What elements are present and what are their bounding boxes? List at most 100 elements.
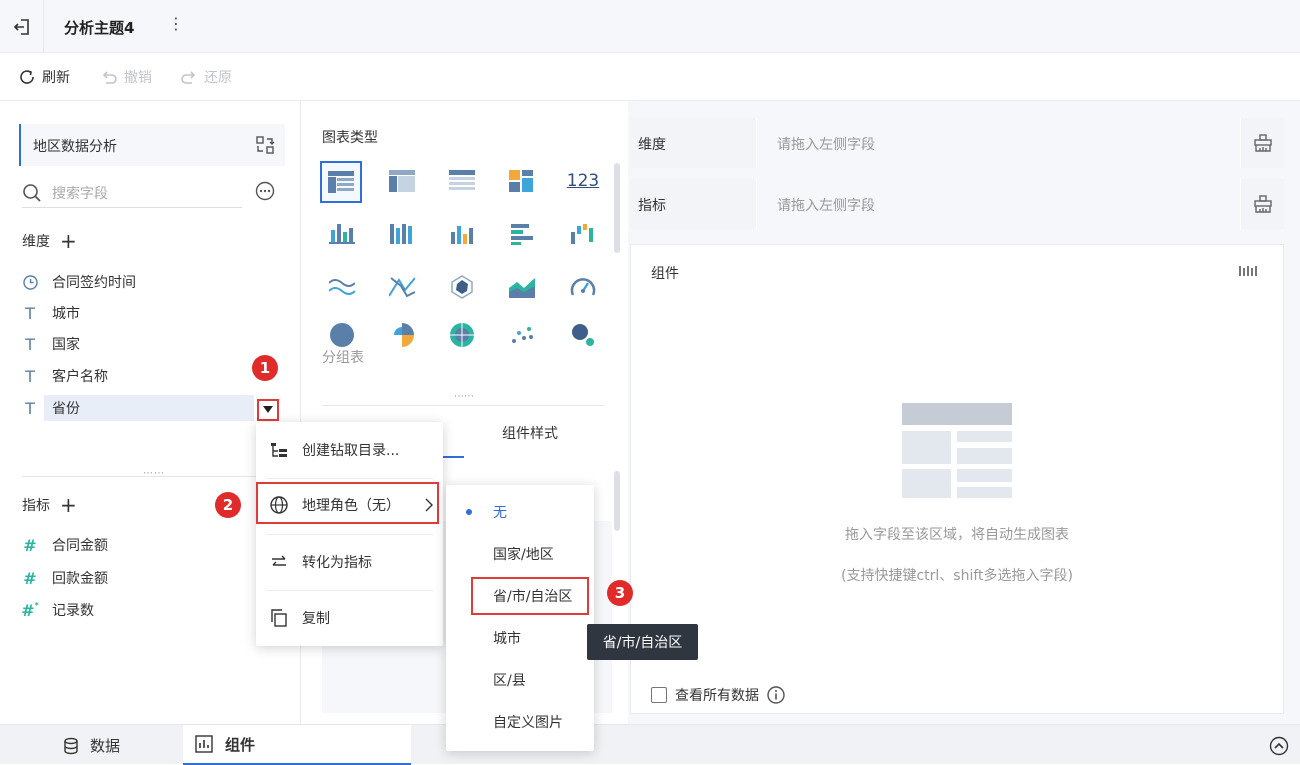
geo-option-none[interactable]: 无 xyxy=(446,492,594,532)
chart-tab-icon xyxy=(195,735,213,753)
number-chart-icon[interactable]: 123 xyxy=(564,163,602,199)
geo-option-country[interactable]: 国家/地区 xyxy=(446,534,594,574)
switch-dataset-icon[interactable] xyxy=(255,135,275,155)
panel-divider xyxy=(322,405,604,406)
clear-dimension-icon[interactable] xyxy=(1240,118,1284,168)
dimension-drop-placeholder: 请拖入左侧字段 xyxy=(777,137,875,153)
dataset-selector[interactable]: 地区数据分析 xyxy=(19,124,285,166)
geo-option-city[interactable]: 城市 xyxy=(446,618,594,658)
field-payment-amount[interactable]: # 回款金额 xyxy=(22,565,278,591)
number-type-icon: # xyxy=(23,568,37,588)
refresh-button[interactable]: 刷新 xyxy=(18,67,70,87)
menu-convert-measure[interactable]: 转化为指标 xyxy=(256,543,443,581)
menu-create-drill[interactable]: 创建钻取目录... xyxy=(256,431,443,469)
field-label: 国家 xyxy=(52,337,80,353)
database-icon xyxy=(64,737,78,754)
clear-measure-icon[interactable] xyxy=(1240,179,1284,229)
swap-arrows-icon xyxy=(272,555,286,566)
scatter-chart-icon[interactable] xyxy=(503,323,541,347)
geo-option-custom-image[interactable]: 自定义图片 xyxy=(446,702,594,742)
more-options-icon[interactable]: ⋮ xyxy=(168,14,184,33)
chart-type-scrollbar[interactable] xyxy=(614,163,620,253)
field-country[interactable]: T 国家 xyxy=(22,331,278,357)
add-dimension-icon[interactable]: + xyxy=(60,231,77,251)
detail-table-chart-icon[interactable] xyxy=(443,163,481,199)
field-contract-amount[interactable]: # 合同金额 xyxy=(22,532,278,558)
dimension-shelf-label: 维度 xyxy=(638,137,666,153)
parallel-line-icon[interactable] xyxy=(383,269,421,305)
drag-handle-icon[interactable]: ⋯⋯ xyxy=(454,391,474,402)
undo-button[interactable]: 撤销 xyxy=(100,67,152,87)
field-city[interactable]: T 城市 xyxy=(22,300,278,326)
drag-handle-icon[interactable]: ⋯⋯ xyxy=(143,468,165,479)
refresh-label: 刷新 xyxy=(42,70,70,86)
kpi-card-chart-icon[interactable] xyxy=(503,163,541,199)
field-customer[interactable]: T 客户名称 xyxy=(22,363,278,389)
tab-data[interactable]: 数据 xyxy=(62,735,120,756)
field-label: 合同金额 xyxy=(52,538,108,554)
field-province[interactable]: T 省份 xyxy=(22,395,278,421)
highlight-box xyxy=(256,482,439,524)
empty-hint-primary: 拖入字段至该区域，将自动生成图表 xyxy=(845,527,1069,543)
field-record-count[interactable]: # * 记录数 xyxy=(21,597,278,623)
header-bar: 分析主题4 ⋮ xyxy=(0,0,1300,53)
sunburst-chart-icon[interactable] xyxy=(443,323,481,347)
dimension-shelf: 维度 请拖入左侧字段 xyxy=(630,118,1284,168)
menu-label: 复制 xyxy=(302,611,330,627)
undo-label: 撤销 xyxy=(124,70,152,86)
menu-divider xyxy=(266,534,433,535)
rose-chart-icon[interactable] xyxy=(383,323,421,347)
text-type-icon: T xyxy=(25,303,35,323)
tab-component-style[interactable]: 组件样式 xyxy=(502,423,558,443)
area-chart-icon[interactable] xyxy=(503,269,541,305)
waterfall-chart-icon[interactable] xyxy=(564,216,602,252)
text-type-icon: T xyxy=(25,366,35,386)
tab-component[interactable]: 组件 xyxy=(183,725,411,765)
cross-table-chart-icon[interactable] xyxy=(383,163,421,199)
redo-label: 还原 xyxy=(204,70,232,86)
bar-chart-icon[interactable] xyxy=(503,216,541,252)
bubble-chart-icon[interactable] xyxy=(564,323,602,347)
field-label: 城市 xyxy=(52,306,80,322)
dimension-drop-zone[interactable]: 请拖入左侧字段 xyxy=(756,118,1240,168)
measure-shelf-label: 指标 xyxy=(638,198,666,214)
field-contract-date[interactable]: 合同签约时间 xyxy=(22,269,278,295)
field-label: 客户名称 xyxy=(52,369,108,385)
undo-icon xyxy=(102,71,117,84)
view-all-data-option[interactable]: 查看所有数据 xyxy=(651,685,785,705)
measure-drop-zone[interactable]: 请拖入左侧字段 xyxy=(756,179,1240,229)
view-all-checkbox[interactable] xyxy=(651,687,667,703)
gauge-chart-icon[interactable] xyxy=(564,269,602,305)
redo-button[interactable]: 还原 xyxy=(180,67,232,87)
dataset-name: 地区数据分析 xyxy=(33,139,117,155)
radar-chart-icon[interactable] xyxy=(443,269,481,305)
menu-copy[interactable]: 复制 xyxy=(256,599,443,637)
group-table-chart-icon[interactable] xyxy=(320,161,362,203)
canvas-panel: 维度 请拖入左侧字段 指标 请拖入左侧字段 组件 拖入字段至该区域，将自动生成图… xyxy=(628,101,1300,724)
step-badge-3: 3 xyxy=(607,580,633,606)
field-dropdown-button[interactable] xyxy=(257,399,279,421)
component-canvas[interactable]: 组件 拖入字段至该区域，将自动生成图表 (支持快捷键ctrl、shift多选拖入… xyxy=(630,244,1284,714)
multi-series-column-icon[interactable] xyxy=(323,216,361,252)
line-chart-icon[interactable] xyxy=(323,269,361,305)
empty-chart-illustration xyxy=(902,403,1012,498)
measure-drop-placeholder: 请拖入左侧字段 xyxy=(777,198,875,214)
measure-section: 指标 + xyxy=(22,495,77,515)
bottom-tab-bar: 数据 组件 xyxy=(0,724,1300,765)
more-circle-icon[interactable] xyxy=(255,181,275,201)
geo-option-district[interactable]: 区/县 xyxy=(446,660,594,700)
info-icon[interactable] xyxy=(767,686,785,704)
search-input[interactable]: 搜索字段 xyxy=(22,178,242,208)
tab-component-label: 组件 xyxy=(225,735,256,754)
column-chart-icon[interactable] xyxy=(443,216,481,252)
config-scrollbar[interactable] xyxy=(614,471,620,531)
chart-settings-icon[interactable] xyxy=(1239,263,1259,279)
stacked-column-icon[interactable] xyxy=(383,216,421,252)
pie-chart-icon[interactable] xyxy=(323,323,361,347)
empty-hint-secondary: (支持快捷键ctrl、shift多选拖入字段) xyxy=(841,568,1073,584)
exit-icon[interactable] xyxy=(0,0,44,53)
collapse-up-icon[interactable] xyxy=(1269,736,1289,756)
menu-label: 创建钻取目录... xyxy=(302,443,400,459)
add-measure-icon[interactable]: + xyxy=(60,495,77,515)
refresh-icon xyxy=(20,70,34,84)
